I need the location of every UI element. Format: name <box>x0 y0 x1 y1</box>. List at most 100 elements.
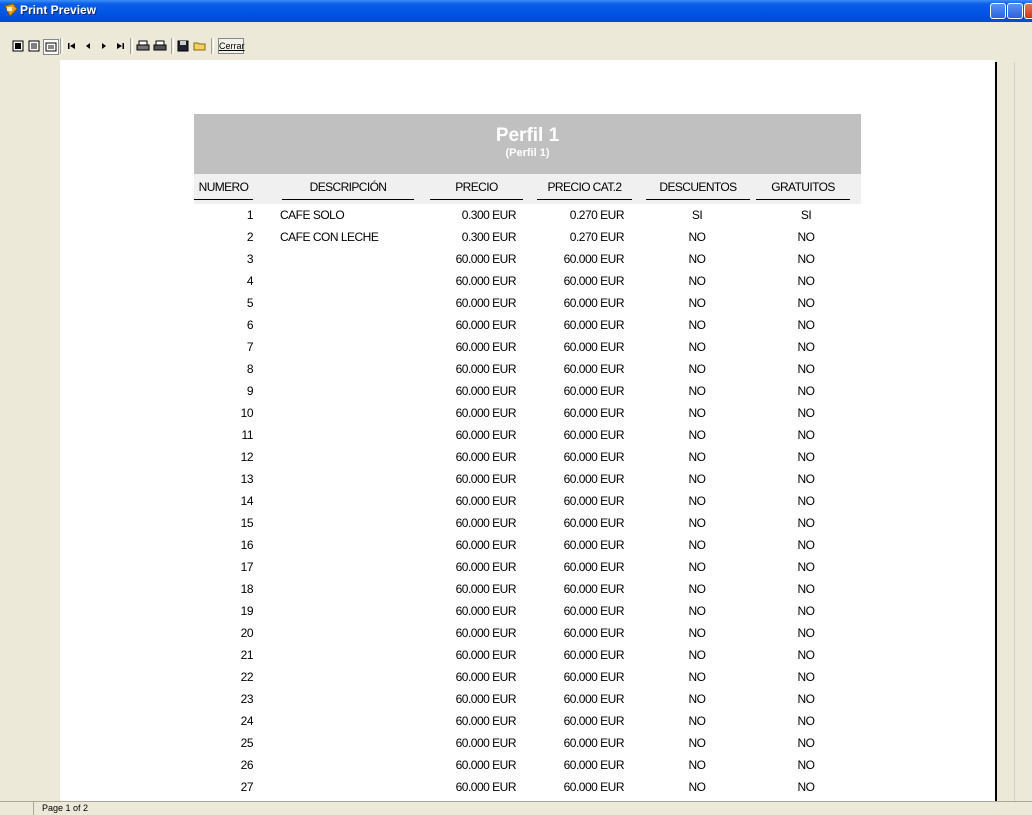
row-precio: 60.000 EUR <box>455 626 517 640</box>
row-gratuitos: NO <box>797 494 816 508</box>
row-number: 26 <box>240 758 254 772</box>
row-number: 21 <box>240 648 254 662</box>
row-precio-cat2: 60.000 EUR <box>563 538 625 552</box>
row-precio: 60.000 EUR <box>455 362 517 376</box>
row-gratuitos: NO <box>797 296 816 310</box>
table-row: 13 60.000 EUR 60.000 EUR NO NO <box>194 468 861 490</box>
row-precio-cat2: 60.000 EUR <box>563 626 625 640</box>
row-precio-cat2: 60.000 EUR <box>563 494 625 508</box>
row-gratuitos: NO <box>797 406 816 420</box>
table-row: 14 60.000 EUR 60.000 EUR NO NO <box>194 490 861 512</box>
row-precio-cat2: 60.000 EUR <box>563 516 625 530</box>
row-number: 17 <box>240 560 254 574</box>
row-precio-cat2: 60.000 EUR <box>563 318 625 332</box>
one-page-icon[interactable] <box>11 39 25 53</box>
row-precio: 60.000 EUR <box>455 340 517 354</box>
table-row: 8 60.000 EUR 60.000 EUR NO NO <box>194 358 861 380</box>
row-precio-cat2: 60.000 EUR <box>563 758 625 772</box>
row-gratuitos: NO <box>797 736 816 750</box>
row-precio-cat2: 0.270 EUR <box>569 208 625 222</box>
row-precio: 60.000 EUR <box>455 472 517 486</box>
title-bar: Print Preview <box>0 0 1032 22</box>
row-number: 9 <box>246 384 254 398</box>
row-number: 3 <box>246 252 254 266</box>
row-gratuitos: SI <box>800 208 812 222</box>
row-number: 7 <box>246 340 254 354</box>
row-precio: 60.000 EUR <box>455 516 517 530</box>
row-descuentos: NO <box>688 692 707 706</box>
row-precio: 60.000 EUR <box>455 736 517 750</box>
table-row: 19 60.000 EUR 60.000 EUR NO NO <box>194 600 861 622</box>
row-gratuitos: NO <box>797 230 816 244</box>
table-row: 25 60.000 EUR 60.000 EUR NO NO <box>194 732 861 754</box>
next-page-icon[interactable] <box>97 39 111 53</box>
row-gratuitos: NO <box>797 362 816 376</box>
row-description: CAFE CON LECHE <box>280 230 379 244</box>
vertical-scrollbar[interactable] <box>1014 62 1032 801</box>
page-width-icon[interactable] <box>27 39 41 53</box>
row-precio-cat2: 60.000 EUR <box>563 340 625 354</box>
window-title: Print Preview <box>20 3 97 17</box>
first-page-icon[interactable] <box>65 39 79 53</box>
last-page-icon[interactable] <box>113 39 127 53</box>
minimize-button[interactable] <box>990 3 1006 19</box>
zoom-icon[interactable] <box>43 39 59 55</box>
row-precio-cat2: 60.000 EUR <box>563 252 625 266</box>
row-precio: 60.000 EUR <box>455 604 517 618</box>
row-precio: 0.300 EUR <box>461 230 517 244</box>
row-number: 11 <box>241 428 254 442</box>
row-descuentos: NO <box>688 736 707 750</box>
table-row: 16 60.000 EUR 60.000 EUR NO NO <box>194 534 861 556</box>
row-gratuitos: NO <box>797 318 816 332</box>
row-number: 12 <box>240 450 254 464</box>
print-icon[interactable] <box>153 39 167 53</box>
prev-page-icon[interactable] <box>81 39 95 53</box>
row-descuentos: NO <box>688 296 707 310</box>
row-descuentos: NO <box>688 560 707 574</box>
row-precio-cat2: 60.000 EUR <box>563 692 625 706</box>
row-descuentos: NO <box>688 758 707 772</box>
column-underline <box>194 199 253 200</box>
row-gratuitos: NO <box>797 384 816 398</box>
table-row: 12 60.000 EUR 60.000 EUR NO NO <box>194 446 861 468</box>
row-precio-cat2: 60.000 EUR <box>563 670 625 684</box>
table-row: 9 60.000 EUR 60.000 EUR NO NO <box>194 380 861 402</box>
column-header-precio-cat2: PRECIO CAT.2 <box>547 180 623 194</box>
row-precio: 60.000 EUR <box>455 714 517 728</box>
save-icon[interactable] <box>176 39 190 53</box>
row-precio: 0.300 EUR <box>461 208 517 222</box>
row-number: 4 <box>246 274 254 288</box>
open-folder-icon[interactable] <box>193 39 207 53</box>
row-number: 22 <box>240 670 254 684</box>
table-row: 17 60.000 EUR 60.000 EUR NO NO <box>194 556 861 578</box>
close-preview-button[interactable]: Cerrar <box>218 38 245 54</box>
row-precio: 60.000 EUR <box>455 274 517 288</box>
row-number: 15 <box>240 516 254 530</box>
row-precio-cat2: 60.000 EUR <box>563 428 625 442</box>
column-underline <box>537 199 632 200</box>
row-precio-cat2: 60.000 EUR <box>563 274 625 288</box>
row-precio-cat2: 60.000 EUR <box>563 472 625 486</box>
toolbar-separator <box>60 38 63 54</box>
row-descuentos: NO <box>688 252 707 266</box>
print-setup-icon[interactable] <box>136 39 150 53</box>
row-precio: 60.000 EUR <box>455 648 517 662</box>
row-precio-cat2: 60.000 EUR <box>563 582 625 596</box>
table-row: 11 60.000 EUR 60.000 EUR NO NO <box>194 424 861 446</box>
table-row: 1 CAFE SOLO 0.300 EUR 0.270 EUR SI SI <box>194 204 861 226</box>
row-precio-cat2: 60.000 EUR <box>563 648 625 662</box>
table-row: 15 60.000 EUR 60.000 EUR NO NO <box>194 512 861 534</box>
row-precio: 60.000 EUR <box>455 406 517 420</box>
report-subtitle: (Perfil 1) <box>505 147 550 159</box>
row-descuentos: NO <box>688 780 707 794</box>
table-row: 24 60.000 EUR 60.000 EUR NO NO <box>194 710 861 732</box>
column-underline <box>756 199 850 200</box>
row-descuentos: NO <box>688 318 707 332</box>
column-underline <box>646 199 750 200</box>
maximize-button[interactable] <box>1007 3 1023 19</box>
row-gratuitos: NO <box>797 692 816 706</box>
row-descuentos: NO <box>688 450 707 464</box>
row-precio: 60.000 EUR <box>455 494 517 508</box>
status-cell <box>0 802 34 815</box>
close-window-button[interactable] <box>1024 3 1032 19</box>
